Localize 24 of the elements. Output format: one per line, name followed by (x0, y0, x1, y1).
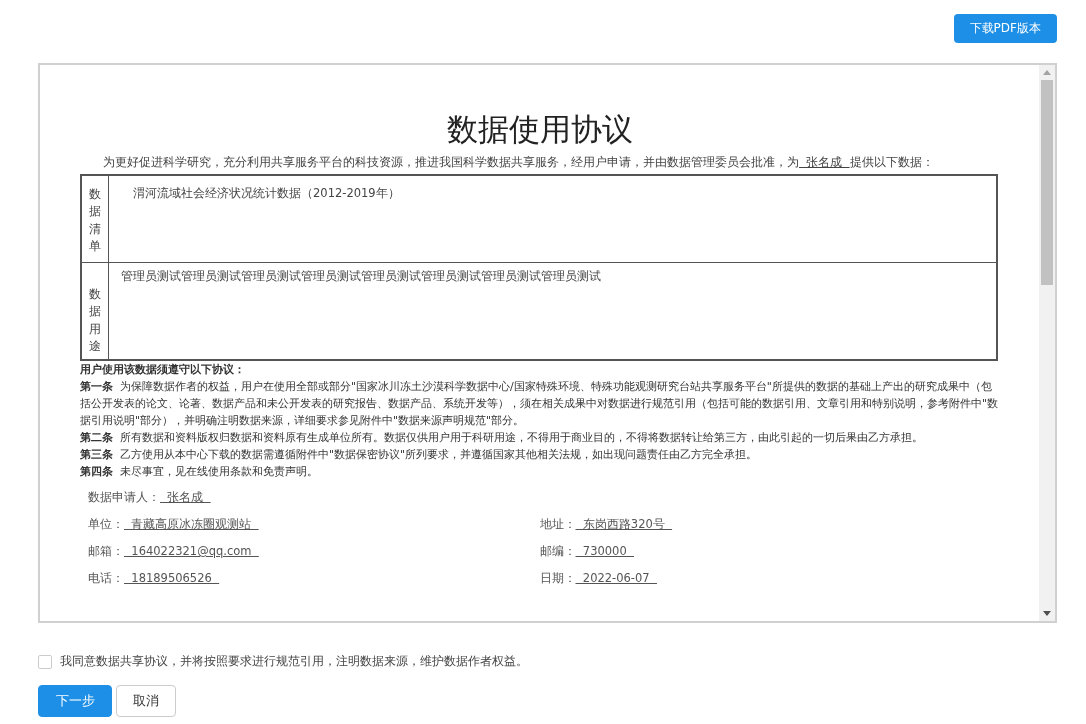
download-pdf-button[interactable]: 下载PDF版本 (953, 14, 1057, 43)
article-paragraph: 第四条 未尽事宜，见在线使用条款和免责声明。 (80, 464, 319, 480)
scrollbar[interactable] (1039, 65, 1055, 621)
info-field: 单位： 青藏高原冰冻圈观测站 (88, 517, 540, 532)
scrollbar-thumb[interactable] (1041, 80, 1053, 285)
row-label-cell: 数据清单 (81, 175, 109, 263)
info-field: 地址： 东岗西路320号 (539, 517, 991, 532)
scroll-up-icon[interactable] (1043, 70, 1051, 75)
article-paragraph: 第二条 所有数据和资料版权归数据和资料原有生成单位所有。数据仅供用户用于科研用途，不得用于商业目的，不得将数据转让给第三方，由此引起的一切后果由乙方承担。 (80, 430, 924, 446)
article-paragraph: 第一条 为保障数据作者的权益，用户在使用全部或部分"国家冰川冻土沙漠科学数据中心/国家特殊环境、特殊功能观测研究台站共享服务平台"所提供的数据的基础上产出的研究成果中（包括公开发表的论文、论著、数据产品和未公开发表的研究报告、数据产品、系统开发等），须在相关成果中对数据进行规范引用（包括可能的数据引用、文章引用和特别说明，参考附件中"数据引用说明"部分），并明确注明数据来源，详细要求参见附件中"数据来源声明规范"部分。 (80, 379, 999, 429)
agree-checkbox[interactable] (38, 654, 52, 669)
applicant-field: 数据申请人： 张名成 (88, 490, 546, 505)
terms-heading: 用户使用该数据须遵守以下协议： (80, 362, 246, 378)
intro-paragraph: 为更好促进科学研究，充分利用共享服务平台的科技资源，推进我国科学数据共享服务，经用户申请，并由数据管理委员会批准，为 张名成 提供以下数据： (102, 155, 935, 170)
article-paragraph: 第三条 乙方使用从本中心下载的数据需遵循附件中"数据保密协议"所列要求，并遵循国家其他相关法规，如出现问题责任由乙方完全承担。 (80, 447, 759, 463)
info-field: 电话： 18189506526 (88, 571, 540, 586)
info-field: 邮编： 730000 (539, 544, 991, 559)
agreement-label: 我同意数据共享协议，并将按照要求进行规范引用，注明数据来源，维护数据作者权益。 (60, 653, 528, 670)
cancel-button[interactable]: 取消 (116, 685, 176, 717)
info-field: 日期： 2022-06-07 (539, 571, 991, 586)
document-title: 数据使用协议 (445, 110, 634, 149)
info-field: 邮箱： 164022321@qq.com (88, 544, 540, 559)
scroll-down-icon[interactable] (1043, 611, 1051, 616)
next-button[interactable]: 下一步 (38, 685, 112, 717)
